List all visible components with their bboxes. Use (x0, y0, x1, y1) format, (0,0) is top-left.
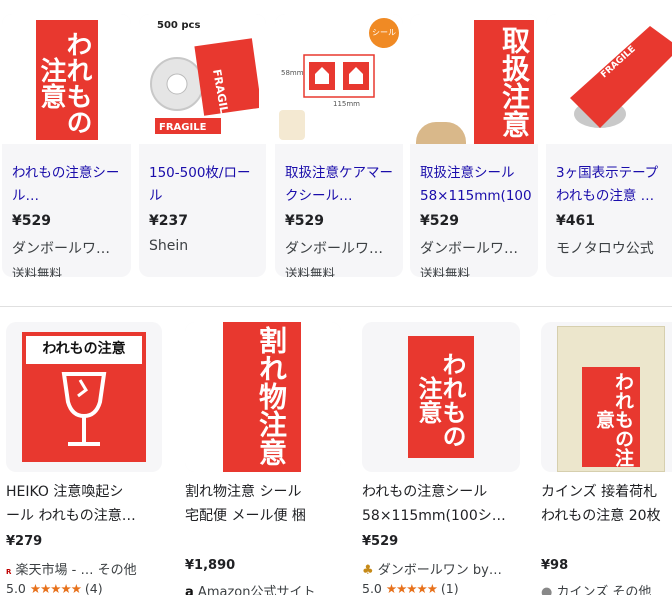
store-icon: ● (541, 585, 553, 595)
product-rating: 5.0 ★★★★★ (1) (362, 581, 459, 595)
product-card[interactable]: 割れ物注意 割れ物注意 シール 宅配便 メール便 梱 包 荷札 ラベル 商… ¥… (185, 322, 343, 595)
product-title[interactable]: 割れ物注意 シール 宅配便 メール便 梱 包 荷札 ラベル 商… (185, 480, 335, 530)
product-seller: Shein (149, 238, 189, 254)
product-title[interactable]: HEIKO 注意喚起シ ール われもの注意… (6, 480, 164, 528)
product-price: ¥237 (149, 213, 188, 229)
sticker-text: 割れ物注意 (255, 326, 288, 466)
fragile-tape-roll-image: FRAGILE FRAGILE (150, 38, 259, 134)
product-image[interactable]: 割れ物注意 (185, 322, 341, 472)
svg-text:FRAGILE: FRAGILE (159, 122, 207, 133)
star-rating-icon: ★★★★★ (385, 581, 438, 595)
section-divider (0, 306, 672, 307)
product-image[interactable]: われもの注意 (6, 322, 162, 472)
product-seller: R 楽天市場 - … その他 (6, 563, 137, 578)
pcs-label: 500 pcs (157, 20, 201, 31)
tape-roll-shape (416, 122, 466, 144)
product-card[interactable]: われもの注意 カインズ 接着荷札 われもの注意 20枚 入 荷札・タイ ¥98 … (541, 322, 672, 595)
seal-badge: シール (369, 18, 399, 48)
product-price: ¥279 (6, 534, 43, 549)
shipping-label: 送料無料 (285, 266, 336, 277)
product-image[interactable]: 取扱注意 (410, 14, 538, 144)
dimension-height: 58mm (281, 69, 304, 77)
product-seller: ダンボールワ… (420, 241, 518, 257)
sticker-text: われもの注意 (593, 371, 634, 467)
fragile-sticker-image: われもの注意 (36, 20, 98, 140)
product-price: ¥461 (556, 213, 595, 229)
product-seller: モノタロウ公式 (556, 241, 654, 257)
product-seller: ♣ ダンボールワン by… (362, 563, 502, 578)
product-card[interactable]: われもの注意 HEIKO 注意喚起シ ール われもの注意… ¥279 R 楽天市… (6, 322, 164, 595)
product-carousel-row-1: われもの注意 われもの注意シー ル… ¥529 ダンボールワ… 送料無料 500… (0, 0, 672, 290)
product-card[interactable]: FRAGILE 3ヶ国表示テープ われもの注意 … ¥461 モノタロウ公式 (546, 14, 672, 277)
product-card[interactable]: われもの注意 われもの注意シール 58×115mm(100シ… ¥529 ♣ ダ… (362, 322, 522, 595)
fragile-sticker-image: われもの注意 (408, 336, 474, 458)
product-image[interactable]: われもの注意 (541, 322, 672, 472)
product-title[interactable]: 取扱注意ケアマー クシール… (285, 162, 397, 208)
shipping-label: 送料無料 (12, 266, 63, 277)
product-card[interactable]: シール 58mm 115mm 取扱注意ケアマー クシール… ¥529 ダンボール… (275, 14, 403, 277)
broken-glass-icon (61, 372, 107, 446)
product-title[interactable]: 取扱注意シール 58×115mm(100… (420, 162, 532, 208)
product-price: ¥529 (285, 213, 324, 229)
product-seller: a Amazon公式サイト (185, 581, 315, 595)
amazon-logo-icon: a (185, 585, 194, 595)
fragile-tape-image: FRAGILE (570, 26, 672, 128)
fragile-glass-sticker-image: われもの注意 (22, 332, 146, 462)
product-price: ¥98 (541, 558, 569, 573)
shipping-label: 送料無料 (420, 266, 471, 277)
product-price: ¥529 (362, 534, 399, 549)
product-title[interactable]: 150-500枚/ロール フラジャイル注… (149, 162, 260, 210)
sticker-text: われもの注意 (414, 352, 467, 448)
product-card[interactable]: われもの注意 われもの注意シー ル… ¥529 ダンボールワ… 送料無料 (2, 14, 131, 277)
fragile-sticker-image: 割れ物注意 (223, 322, 301, 472)
product-title[interactable]: われもの注意シー ル… (12, 162, 125, 208)
handle-with-care-sticker-image: 取扱注意 (474, 20, 534, 144)
product-image[interactable]: 500 pcs FRAGILE FRAGILE (139, 14, 266, 144)
product-title[interactable]: われもの注意シール 58×115mm(100シ… (362, 480, 522, 528)
product-price: ¥529 (420, 213, 459, 229)
product-seller: ダンボールワ… (285, 241, 383, 257)
product-seller: ダンボールワ… (12, 241, 110, 257)
dimension-width: 115mm (333, 100, 360, 108)
rakuten-logo-icon: R (6, 568, 12, 576)
package-image: われもの注意 (557, 326, 665, 472)
product-image[interactable]: われもの注意 (2, 14, 131, 144)
product-seller: ● カインズ その他 (541, 581, 672, 595)
product-card[interactable]: 取扱注意 取扱注意シール 58×115mm(100… ¥529 ダンボールワ… … (410, 14, 538, 277)
product-price: ¥1,890 (185, 558, 236, 573)
sticker-text: 取扱注意 (498, 26, 531, 138)
product-price: ¥529 (12, 213, 51, 229)
product-card[interactable]: 500 pcs FRAGILE FRAGILE 150-500枚/ロール フラジ… (139, 14, 266, 277)
star-rating-icon: ★★★★★ (29, 581, 82, 595)
product-image[interactable]: シール 58mm 115mm (275, 14, 403, 144)
product-image[interactable]: われもの注意 (362, 322, 520, 472)
product-image[interactable]: FRAGILE (546, 14, 672, 144)
small-sticker-sample (279, 110, 305, 140)
store-icon: ♣ (362, 563, 374, 578)
product-title[interactable]: 3ヶ国表示テープ われもの注意 … (556, 162, 672, 208)
sticker-text: われもの注意 (36, 31, 92, 135)
product-title[interactable]: カインズ 接着荷札 われもの注意 20枚 入 荷札・タイ (541, 480, 672, 530)
product-rating: 5.0 ★★★★★ (4) (6, 581, 103, 595)
handle-with-care-sticker-image (303, 54, 375, 98)
